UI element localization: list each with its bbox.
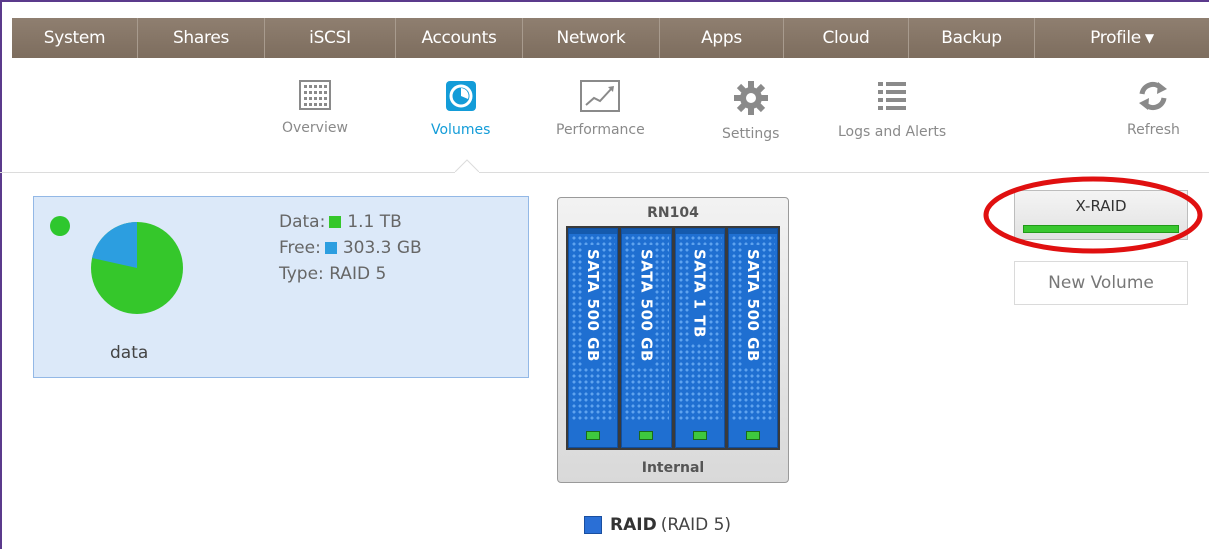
volume-info: Data: 1.1 TB Free: 303.3 GB Type: RAID 5 — [279, 209, 422, 287]
drive-bay[interactable]: SATA 500 GB — [727, 228, 778, 448]
caret-down-icon: ▼ — [1144, 31, 1154, 45]
tab-accounts[interactable]: Accounts — [396, 18, 523, 58]
chassis-model: RN104 — [647, 205, 699, 221]
tab-label: Profile — [1090, 28, 1141, 48]
performance-chart-icon — [580, 80, 621, 112]
raid-legend: RAID (RAID 5) — [584, 515, 731, 535]
drive-label: SATA 500 GB — [743, 245, 762, 366]
tab-label: iSCSI — [309, 28, 351, 48]
active-pointer-icon — [455, 159, 479, 173]
highlight-ellipse — [983, 176, 1203, 254]
tab-network[interactable]: Network — [523, 18, 660, 58]
top-nav: System Shares iSCSI Accounts Network App… — [12, 18, 1209, 58]
drive-bay[interactable]: SATA 1 TB — [674, 228, 725, 448]
free-swatch — [324, 242, 337, 254]
volumes-icon — [445, 81, 476, 111]
volume-name: data — [110, 343, 149, 363]
data-swatch — [329, 216, 342, 228]
tab-label: Shares — [172, 28, 230, 48]
tab-backup[interactable]: Backup — [909, 18, 1035, 58]
sub-nav: Overview Volumes Performance Settings Lo… — [0, 58, 1209, 173]
tab-label: Backup — [941, 28, 1002, 48]
refresh-icon — [1139, 81, 1168, 111]
chassis-location: Internal — [641, 460, 705, 476]
free-label: Free: — [279, 238, 321, 258]
subnav-settings[interactable]: Settings — [722, 80, 779, 142]
subnav-logs-alerts[interactable]: Logs and Alerts — [838, 80, 946, 140]
drive-led — [745, 431, 760, 440]
gear-icon — [733, 81, 768, 115]
drive-label: SATA 1 TB — [690, 245, 709, 342]
data-label: Data: — [279, 212, 326, 232]
tab-label: Accounts — [421, 28, 497, 48]
free-value: 303.3 GB — [342, 238, 422, 258]
volume-card[interactable]: data Data: 1.1 TB Free: 303.3 GB Type: RAI… — [33, 196, 529, 378]
free-row: Free: 303.3 GB — [279, 235, 422, 261]
data-row: Data: 1.1 TB — [279, 209, 422, 235]
type-row: Type: RAID 5 — [279, 261, 422, 287]
subnav-label: Logs and Alerts — [838, 124, 947, 140]
data-value: 1.1 TB — [347, 212, 402, 232]
drive-bay[interactable]: SATA 500 GB — [568, 228, 619, 448]
subnav-label: Performance — [556, 122, 645, 138]
overview-icon — [298, 80, 331, 110]
drive-led — [586, 431, 601, 440]
tab-shares[interactable]: Shares — [138, 18, 265, 58]
list-icon — [878, 82, 907, 110]
type-label: Type: — [279, 264, 324, 284]
new-volume-button[interactable]: New Volume — [1014, 261, 1188, 305]
raid-name: RAID — [610, 515, 657, 535]
tab-label: Cloud — [822, 28, 870, 48]
refresh-button[interactable]: Refresh — [1127, 80, 1180, 138]
subnav-overview[interactable]: Overview — [282, 80, 348, 136]
tab-system[interactable]: System — [12, 18, 138, 58]
drive-bays: SATA 500 GB SATA 500 GB SATA 1 TB SATA 5… — [566, 226, 780, 450]
subnav-volumes[interactable]: Volumes — [431, 80, 490, 138]
nas-chassis: RN104 SATA 500 GB SATA 500 GB SATA 1 TB … — [557, 197, 789, 483]
drive-bay[interactable]: SATA 500 GB — [621, 228, 672, 448]
subnav-label: Volumes — [431, 122, 491, 138]
status-indicator — [50, 216, 70, 236]
drive-led — [692, 431, 707, 440]
raid-level: (RAID 5) — [660, 515, 732, 535]
tab-label: Apps — [701, 28, 742, 48]
tab-apps[interactable]: Apps — [660, 18, 784, 58]
drive-label: SATA 500 GB — [584, 245, 603, 366]
subnav-performance[interactable]: Performance — [556, 80, 645, 138]
tab-label: Network — [556, 28, 626, 48]
volume-usage-pie — [91, 222, 183, 314]
drive-label: SATA 500 GB — [637, 245, 656, 366]
raid-swatch — [584, 516, 602, 534]
tab-profile[interactable]: Profile ▼ — [1035, 18, 1209, 58]
subnav-label: Overview — [282, 120, 348, 136]
drive-led — [639, 431, 654, 440]
tab-iscsi[interactable]: iSCSI — [265, 18, 396, 58]
subnav-label: Refresh — [1127, 122, 1180, 138]
new-volume-label: New Volume — [1048, 273, 1154, 293]
tab-cloud[interactable]: Cloud — [784, 18, 909, 58]
subnav-label: Settings — [722, 126, 780, 142]
tab-label: System — [43, 28, 106, 48]
type-value: RAID 5 — [329, 264, 387, 284]
